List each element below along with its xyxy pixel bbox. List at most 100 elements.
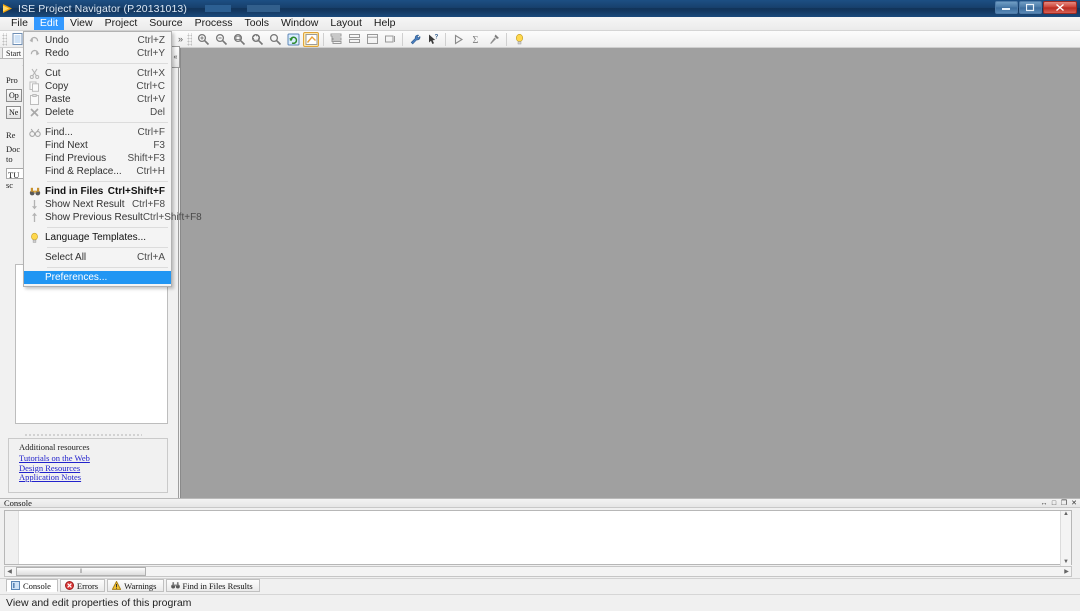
menubar-item-process[interactable]: Process bbox=[189, 17, 239, 30]
console-tab-bar: Console Errors Warnings Find in Files Re… bbox=[0, 578, 1080, 592]
menu-item-redo[interactable]: Redo Ctrl+Y bbox=[24, 47, 171, 60]
toolbar-sep-b bbox=[323, 32, 325, 46]
toolbar-sep-e bbox=[506, 32, 508, 46]
menu-item-find-and-replace[interactable]: Find & Replace... Ctrl+H bbox=[24, 165, 171, 178]
scroll-down-arrow[interactable]: ▼ bbox=[1063, 559, 1069, 566]
start-page-content-box bbox=[15, 264, 168, 424]
console-tab-console[interactable]: Console bbox=[6, 579, 58, 592]
menu-item-delete[interactable]: Delete Del bbox=[24, 106, 171, 119]
console-tab-errors[interactable]: Errors bbox=[59, 579, 106, 592]
delete-icon bbox=[24, 106, 45, 119]
error-icon bbox=[64, 581, 74, 590]
edit-menu-separator-5 bbox=[47, 247, 168, 248]
panel-fragment-2[interactable]: Ne bbox=[6, 106, 22, 119]
menu-item-cut[interactable]: Cut Ctrl+X bbox=[24, 67, 171, 80]
menu-item-show-next-result[interactable]: Show Next Result Ctrl+F8 bbox=[24, 198, 171, 211]
link-application-notes[interactable]: Application Notes bbox=[9, 472, 167, 483]
scroll-left-arrow[interactable]: ◀ bbox=[5, 568, 14, 575]
toolbar-grip-2[interactable] bbox=[187, 32, 193, 46]
menu-item-show-previous-result[interactable]: Show Previous Result Ctrl+Shift+F8 bbox=[24, 211, 202, 224]
menu-item-redo-accel: Ctrl+Y bbox=[136, 48, 165, 59]
console-maximize-button[interactable]: □ bbox=[1050, 499, 1058, 508]
align-top-icon[interactable] bbox=[328, 32, 344, 47]
console-tab-console-label: Console bbox=[23, 580, 51, 591]
console-output-area[interactable]: ▲ ▼ bbox=[4, 510, 1072, 566]
menubar-item-project[interactable]: Project bbox=[99, 17, 144, 30]
refresh-icon[interactable] bbox=[285, 32, 301, 47]
console-close-button[interactable]: ✕ bbox=[1070, 499, 1078, 508]
menu-item-copy[interactable]: Copy Ctrl+C bbox=[24, 80, 171, 93]
console-restore-button[interactable]: ❐ bbox=[1060, 499, 1068, 508]
menu-no-icon bbox=[24, 251, 45, 264]
help-pointer-icon[interactable]: ? bbox=[425, 32, 441, 47]
console-tab-find-in-files-results[interactable]: Find in Files Results bbox=[165, 579, 260, 592]
zoom-in-icon[interactable] bbox=[195, 32, 211, 47]
toolbar-grip-1[interactable] bbox=[2, 32, 7, 46]
menu-no-icon bbox=[24, 165, 45, 178]
zoom-out-icon[interactable] bbox=[213, 32, 229, 47]
menu-item-undo[interactable]: Undo Ctrl+Z bbox=[24, 34, 171, 47]
lightbulb-icon bbox=[24, 231, 45, 244]
pin-icon[interactable] bbox=[486, 32, 502, 47]
console-hscroll-thumb[interactable]: ‖ bbox=[16, 567, 146, 576]
menu-item-select-all[interactable]: Select All Ctrl+A bbox=[24, 251, 171, 264]
menu-item-find-previous[interactable]: Find Previous Shift+F3 bbox=[24, 152, 171, 165]
menubar-item-view[interactable]: View bbox=[64, 17, 99, 30]
menu-item-preferences[interactable]: Preferences... bbox=[24, 271, 171, 284]
menubar-item-file[interactable]: File bbox=[5, 17, 34, 30]
run-icon[interactable] bbox=[450, 32, 466, 47]
menubar-item-source[interactable]: Source bbox=[143, 17, 188, 30]
align-right-icon[interactable] bbox=[382, 32, 398, 47]
align-middle-icon[interactable] bbox=[346, 32, 362, 47]
scroll-up-arrow[interactable]: ▲ bbox=[1063, 511, 1069, 518]
menubar-item-edit[interactable]: Edit bbox=[33, 17, 65, 30]
ise-logo-icon bbox=[3, 3, 14, 14]
menu-no-icon bbox=[24, 152, 45, 165]
sum-icon[interactable]: Σ bbox=[468, 32, 484, 47]
panel-fragment-1[interactable]: Op bbox=[6, 89, 22, 102]
menu-item-undo-label: Undo bbox=[45, 35, 69, 46]
highlight-tool-icon[interactable] bbox=[303, 31, 320, 47]
zoom-select-icon[interactable] bbox=[267, 32, 283, 47]
arrow-up-icon bbox=[24, 211, 45, 224]
minimize-button[interactable] bbox=[995, 1, 1018, 14]
menu-item-paste-accel: Ctrl+V bbox=[136, 94, 165, 105]
console-float-button[interactable]: ↔ bbox=[1040, 499, 1048, 508]
menu-item-select-all-accel: Ctrl+A bbox=[136, 252, 165, 263]
menu-item-find-previous-label: Find Previous bbox=[45, 153, 107, 164]
menubar-item-window[interactable]: Window bbox=[275, 17, 324, 30]
panel-collapse-button[interactable]: « bbox=[171, 46, 180, 68]
menubar-item-tools[interactable]: Tools bbox=[239, 17, 276, 30]
panel-fragment-6: TU bbox=[8, 170, 20, 180]
additional-resources-header: Additional resources bbox=[19, 442, 90, 452]
menu-item-find-previous-accel: Shift+F3 bbox=[127, 153, 165, 164]
close-button[interactable] bbox=[1043, 1, 1077, 14]
zoom-region-icon[interactable] bbox=[249, 32, 265, 47]
toolbar-overflow-icon[interactable]: » bbox=[178, 34, 183, 44]
zoom-fit-icon[interactable] bbox=[231, 32, 247, 47]
workspace-area bbox=[180, 48, 1080, 498]
menu-item-language-templates[interactable]: Language Templates... bbox=[24, 231, 171, 244]
find-icon bbox=[24, 126, 45, 139]
left-panel-tab-start[interactable]: Start bbox=[2, 48, 26, 58]
menu-item-paste[interactable]: Paste Ctrl+V bbox=[24, 93, 171, 106]
console-tab-warnings[interactable]: Warnings bbox=[107, 579, 164, 592]
menu-item-find-in-files[interactable]: Find in Files Ctrl+Shift+F bbox=[24, 185, 171, 198]
console-horizontal-scrollbar[interactable]: ◀ ‖ ▶ bbox=[4, 566, 1072, 577]
menubar-item-help[interactable]: Help bbox=[368, 17, 402, 30]
console-window-buttons: ↔ □ ❐ ✕ bbox=[1040, 499, 1078, 508]
align-bottom-icon[interactable] bbox=[364, 32, 380, 47]
additional-resources-box: Additional resources Tutorials on the We… bbox=[8, 438, 168, 493]
menu-item-find-and-replace-accel: Ctrl+H bbox=[136, 166, 165, 177]
edit-menu-separator-1 bbox=[47, 63, 168, 64]
menubar-item-layout[interactable]: Layout bbox=[324, 17, 368, 30]
menu-item-find[interactable]: Find... Ctrl+F bbox=[24, 126, 171, 139]
restore-button[interactable] bbox=[1019, 1, 1042, 14]
console-vertical-scrollbar[interactable]: ▲ ▼ bbox=[1060, 511, 1071, 566]
menu-item-find-next[interactable]: Find Next F3 bbox=[24, 139, 171, 152]
scroll-right-arrow[interactable]: ▶ bbox=[1062, 568, 1071, 575]
menu-item-delete-label: Delete bbox=[45, 107, 74, 118]
paste-icon bbox=[24, 93, 45, 106]
wrench-icon[interactable] bbox=[407, 32, 423, 47]
lightbulb-icon[interactable] bbox=[511, 32, 527, 47]
